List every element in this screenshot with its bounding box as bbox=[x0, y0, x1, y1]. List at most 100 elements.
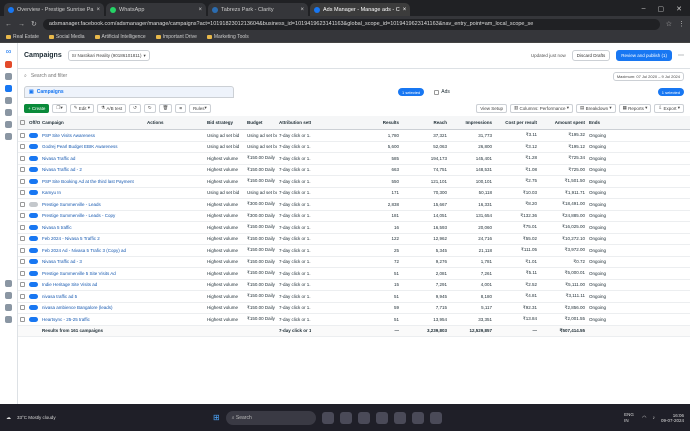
edit-button[interactable]: ✎ Edit ▾ bbox=[69, 103, 95, 113]
back-icon[interactable]: ← bbox=[5, 21, 12, 28]
breakdown-button[interactable]: ▤ Breakdown ▾ bbox=[576, 103, 616, 113]
weather-widget[interactable]: 33°C Mostly cloudy bbox=[17, 415, 77, 420]
tab-ads[interactable]: Ads bbox=[434, 89, 450, 95]
account-avatar[interactable] bbox=[5, 61, 12, 68]
column-header[interactable]: Results bbox=[355, 116, 401, 129]
table-row[interactable]: Indie Heritage Site Visits ad Highest vol… bbox=[18, 280, 690, 291]
table-row[interactable]: Prestige Summerville - Leads - Copy Highe… bbox=[18, 211, 690, 222]
help-icon[interactable] bbox=[5, 280, 12, 287]
browser-tab[interactable]: WhatsApp × bbox=[106, 3, 206, 16]
column-header[interactable]: Bid strategy bbox=[205, 116, 245, 129]
chart-icon[interactable] bbox=[5, 97, 12, 104]
ads-checkbox[interactable] bbox=[434, 89, 440, 95]
campaign-name-link[interactable]: Nivasa 5 traffic bbox=[40, 225, 145, 230]
rules-button[interactable]: Rules ▾ bbox=[188, 103, 211, 113]
table-row[interactable]: Nivasa Traffic ad Highest volume ₹150.00 D… bbox=[18, 153, 690, 165]
redo-button[interactable]: ↻ bbox=[143, 103, 156, 113]
column-header[interactable]: Impressions bbox=[449, 116, 494, 129]
row-checkbox[interactable] bbox=[20, 305, 25, 311]
selected-pill-right[interactable]: 1 selected bbox=[657, 88, 684, 96]
campaign-name-link[interactable]: Feb 2024 - Nivasa 5 Traffic 2 bbox=[40, 236, 145, 241]
clock[interactable]: 16:06 09-07-2024 bbox=[661, 413, 684, 423]
weather-icon[interactable]: ☁ bbox=[6, 415, 11, 421]
campaigns-icon[interactable] bbox=[5, 85, 12, 92]
bookmark-item[interactable]: Marketing Tools bbox=[206, 34, 249, 40]
campaign-name-link[interactable]: Prestige Summerville - Leads bbox=[40, 202, 145, 207]
date-range-picker[interactable]: Maximum: 07 Jul 2020 – 9 Jul 2024 bbox=[612, 71, 684, 81]
row-checkbox[interactable] bbox=[20, 201, 25, 207]
column-header[interactable]: Off/On bbox=[27, 116, 40, 129]
close-icon[interactable]: × bbox=[96, 7, 100, 13]
campaign-name-link[interactable]: Indie Heritage Site Visits ad bbox=[40, 282, 145, 287]
search-icon[interactable] bbox=[5, 304, 12, 311]
toggle-switch[interactable] bbox=[29, 282, 38, 288]
table-row[interactable]: Heartsync - 25-25 traffic Highest volume ₹… bbox=[18, 314, 690, 326]
ab-test-button[interactable]: ⚗ A/B test bbox=[97, 103, 127, 113]
toggle-switch[interactable] bbox=[29, 201, 38, 207]
url-field[interactable]: adsmanager.facebook.com/adsmanager/manag… bbox=[42, 18, 660, 30]
row-checkbox[interactable] bbox=[20, 155, 25, 161]
campaign-name-link[interactable]: Godrej Pearl Budget EBIK Awareness bbox=[40, 144, 145, 149]
create-button[interactable]: + Create bbox=[24, 103, 50, 113]
star-icon[interactable]: ☆ bbox=[666, 20, 672, 28]
bookmark-item[interactable]: Social Media bbox=[48, 34, 85, 40]
columns-button[interactable]: ▥ Columns: Performance ▾ bbox=[509, 103, 574, 113]
row-checkbox[interactable] bbox=[20, 282, 25, 288]
bookmark-item[interactable]: Important Drive bbox=[155, 34, 197, 40]
campaign-name-link[interactable]: Kamyu In bbox=[40, 190, 145, 195]
column-header[interactable]: Campaign bbox=[40, 116, 145, 129]
row-checkbox[interactable] bbox=[20, 293, 25, 299]
language-indicator[interactable]: ENG IN bbox=[624, 412, 636, 424]
wifi-icon[interactable]: ◠ bbox=[642, 415, 646, 421]
toggle-switch[interactable] bbox=[29, 270, 38, 276]
chrome-icon[interactable] bbox=[357, 411, 370, 424]
campaign-name-link[interactable]: PSP Site Visits Awareness bbox=[40, 133, 145, 138]
toggle-switch[interactable] bbox=[29, 236, 38, 242]
column-header[interactable]: Reach bbox=[401, 116, 449, 129]
row-checkbox[interactable] bbox=[20, 259, 25, 265]
photos-icon[interactable] bbox=[429, 411, 442, 424]
review-publish-button[interactable]: Review and publish (1) bbox=[616, 50, 672, 61]
task-view-icon[interactable] bbox=[321, 411, 334, 424]
file-explorer-icon[interactable] bbox=[339, 411, 352, 424]
table-row[interactable]: PSP Site Visits Awareness Using ad set bi… bbox=[18, 130, 690, 142]
campaign-name-link[interactable]: Prestige Summerville - Leads - Copy bbox=[40, 213, 145, 218]
campaign-name-link[interactable]: Nivasa Traffic ad - 2 bbox=[40, 167, 145, 172]
store-icon[interactable] bbox=[393, 411, 406, 424]
windows-start-icon[interactable]: ⊞ bbox=[213, 413, 220, 422]
reports-button[interactable]: ▦ Reports ▾ bbox=[618, 103, 652, 113]
table-row[interactable]: PSP Site Booking Ad at the third last Pa… bbox=[18, 176, 690, 188]
toggle-switch[interactable] bbox=[29, 155, 38, 161]
row-checkbox[interactable] bbox=[20, 190, 25, 196]
maximize-icon[interactable]: ▢ bbox=[658, 5, 665, 13]
row-checkbox[interactable] bbox=[20, 132, 25, 138]
reload-icon[interactable]: ↻ bbox=[31, 20, 37, 28]
discard-drafts-button[interactable]: Discard Drafts bbox=[571, 50, 611, 61]
forward-icon[interactable]: → bbox=[18, 21, 25, 28]
row-checkbox[interactable] bbox=[20, 316, 25, 322]
delete-button[interactable]: 🗑 bbox=[158, 103, 173, 113]
account-selector[interactable]: Sr Nastikari Reality (90186101811) ▾ bbox=[67, 50, 150, 61]
table-row[interactable]: Nivasa Traffic ad - 2 Highest volume ₹150.… bbox=[18, 165, 690, 176]
toggle-switch[interactable] bbox=[29, 190, 38, 196]
selected-pill[interactable]: 1 selected bbox=[398, 88, 425, 96]
search-input[interactable]: Search and filter bbox=[31, 73, 67, 79]
table-row[interactable]: Feb 2024 - Nivasa 5 Traffic 2 Highest vol… bbox=[18, 234, 690, 245]
menu-icon[interactable]: ⋮ bbox=[678, 20, 685, 28]
campaign-name-link[interactable]: nivasa ambience Bangalore (leads) bbox=[40, 305, 145, 310]
row-checkbox[interactable] bbox=[20, 247, 25, 253]
duplicate-button[interactable]: ❐ ▾ bbox=[52, 103, 67, 113]
table-row[interactable]: nivasa traffic ad 5 Highest volume ₹150.00… bbox=[18, 291, 690, 303]
close-icon[interactable]: × bbox=[403, 7, 407, 13]
column-header[interactable]: Budget bbox=[245, 116, 277, 129]
campaign-name-link[interactable]: Feb 2024 Ad - Nivasa 5 Trafic 3 (Copy) a… bbox=[40, 248, 145, 253]
toggle-switch[interactable] bbox=[29, 144, 38, 150]
row-checkbox[interactable] bbox=[20, 224, 25, 230]
bookmark-item[interactable]: Artificial Intelligence bbox=[94, 34, 146, 40]
table-row[interactable]: Nivasa Traffic ad - 3 Highest volume ₹150.… bbox=[18, 257, 690, 268]
campaign-name-link[interactable]: Nivasa Traffic ad - 3 bbox=[40, 259, 145, 264]
row-checkbox[interactable] bbox=[20, 178, 25, 184]
bookmark-item[interactable]: Real Estate bbox=[6, 34, 39, 40]
campaign-name-link[interactable]: Prestige Summerville 5 Site Visits Ad bbox=[40, 271, 145, 276]
close-icon[interactable]: × bbox=[300, 7, 304, 13]
